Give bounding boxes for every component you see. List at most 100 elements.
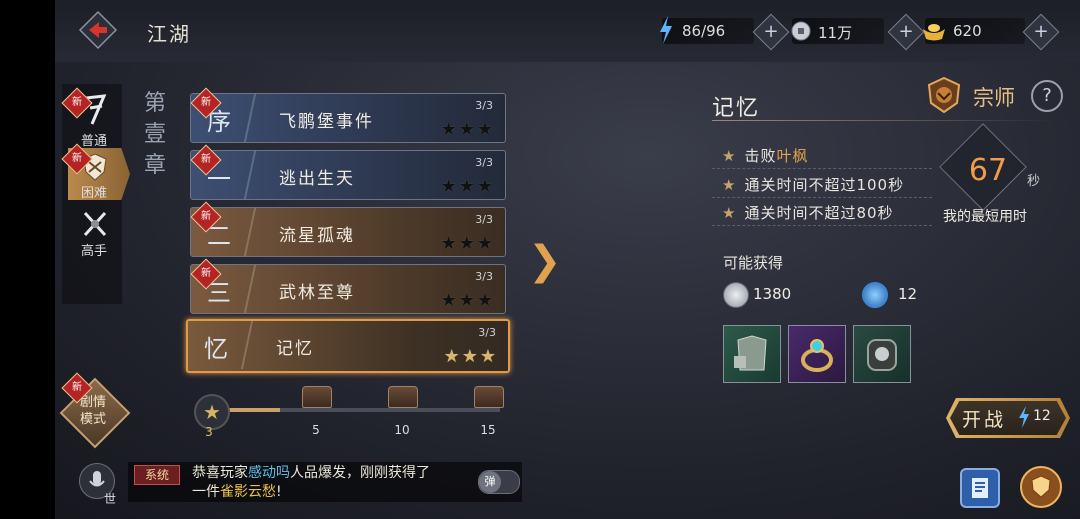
back-button[interactable] [78, 10, 118, 50]
star-icon: ★ [722, 147, 737, 165]
help-button[interactable]: ? [1031, 80, 1063, 112]
divider [243, 208, 257, 256]
spirit-orb-icon [862, 282, 888, 308]
bracer-icon [867, 339, 897, 371]
start-battle-cost: 12 [1033, 408, 1051, 424]
stage-stars: ★★★ [440, 233, 495, 254]
stage-row-selected[interactable]: 忆 记忆 3/3 ★★★ [186, 319, 510, 373]
energy-counter: 86/96 [660, 16, 754, 44]
objective-text: 击败 [744, 147, 777, 165]
plus-icon: + [1033, 21, 1049, 42]
stage-row[interactable]: 三 武林至尊 3/3 ★★★ [190, 264, 506, 314]
chat-message-line: 一件雀影云愁! [192, 481, 282, 501]
next-chapter-arrow-icon[interactable]: ❯ [528, 238, 562, 284]
world-channel-label: 世 [104, 492, 117, 506]
barrage-toggle-knob: 弹 [479, 471, 501, 493]
rank-label: 宗师 [973, 86, 1015, 110]
milestone-label: 15 [480, 423, 496, 437]
back-arrow-icon [78, 10, 118, 50]
chapter-label: 第 壹 章 [144, 88, 172, 181]
chat-player-name[interactable]: 感动吗 [248, 465, 290, 481]
best-time-value: 67 [968, 153, 1008, 188]
divider [243, 151, 257, 199]
stage-name: 逃出生天 [279, 169, 355, 189]
chat-message-line: 恭喜玩家感动吗人品爆发，刚刚获得了 [192, 462, 430, 482]
plus-icon: + [763, 21, 779, 42]
divider [712, 120, 1060, 121]
armor-fragment-icon [734, 335, 767, 371]
best-time-unit: 秒 [1027, 174, 1041, 189]
divider [243, 265, 257, 313]
milestone-label: 5 [312, 423, 320, 437]
journal-button[interactable] [960, 468, 1000, 508]
rewards-title: 可能获得 [723, 254, 784, 272]
system-tag: 系统 [134, 465, 180, 485]
gold-counter: 620 [923, 18, 1025, 44]
silver-coin-icon [723, 282, 749, 308]
divider [712, 168, 932, 170]
stage-stars: ★★★ [440, 119, 495, 140]
stage-row[interactable]: 一 逃出生天 3/3 ★★★ [190, 150, 506, 200]
objective-2: ★ 通关时间不超过100秒 [722, 174, 904, 195]
stage-progress: 3/3 [475, 270, 493, 283]
divider [712, 225, 932, 227]
chest-icon[interactable] [388, 386, 418, 408]
star-count: 3 [205, 425, 213, 439]
stage-number: 忆 [204, 335, 228, 363]
shield-badge-icon [1031, 475, 1051, 498]
armor-fragment-item[interactable] [723, 325, 781, 383]
scroll-icon [972, 478, 988, 498]
ring-item[interactable] [788, 325, 846, 383]
stage-stars: ★★★ [440, 176, 495, 197]
stage-progress: 3/3 [478, 326, 496, 339]
lightning-icon [660, 16, 672, 44]
stage-name: 武林至尊 [279, 283, 355, 303]
chapter-char: 壹 [144, 122, 167, 147]
objective-3: ★ 通关时间不超过80秒 [722, 202, 894, 223]
objective-text: 通关时间不超过100秒 [744, 176, 905, 194]
objective-text: 通关时间不超过80秒 [744, 204, 894, 222]
gold-ingot-icon [923, 24, 945, 41]
chest-icon[interactable] [474, 386, 504, 408]
game-screen: 江湖 86/96 + 11万 + 620 + 普通 新 困难 新 高手 第 壹 … [0, 0, 1080, 519]
stage-name: 流星孤魂 [279, 226, 355, 246]
objective-1: ★ 击败叶枫 [722, 145, 808, 166]
plus-icon: + [898, 21, 914, 42]
ring-icon [801, 339, 833, 372]
stage-row[interactable]: 二 流星孤魂 3/3 ★★★ [190, 207, 506, 257]
best-time-label: 我的最短用时 [943, 209, 1027, 225]
stage-progress: 3/3 [475, 156, 493, 169]
silver-coin-icon [791, 21, 811, 41]
objective-target: 叶枫 [776, 147, 809, 165]
crossed-swords-icon [83, 211, 107, 237]
chapter-char: 章 [144, 153, 167, 178]
chest-icon[interactable] [302, 386, 332, 408]
star-icon: ★ [722, 204, 737, 222]
stage-progress: 3/3 [475, 213, 493, 226]
stage-row[interactable]: 序 飞鹏堡事件 3/3 ★★★ [190, 93, 506, 143]
chat-item-name[interactable]: 雀影云愁 [220, 484, 276, 500]
divider [243, 94, 257, 142]
bracer-item[interactable] [853, 325, 911, 383]
lightning-icon [1019, 406, 1029, 428]
stage-detail-title: 记忆 [712, 96, 761, 121]
star-progress-fill [225, 408, 280, 412]
tab-master[interactable]: 高手 [64, 208, 124, 262]
left-letterbox [0, 0, 55, 519]
stage-name: 记忆 [276, 339, 314, 359]
chat-text: 恭喜玩家 [192, 465, 248, 481]
energy-value: 86/96 [682, 22, 726, 40]
start-battle-label: 开战 [962, 409, 1007, 431]
stage-progress: 3/3 [475, 99, 493, 112]
gold-value: 620 [953, 22, 982, 40]
story-mode-label-line: 模式 [79, 412, 106, 427]
reward-silver-value: 1380 [753, 285, 792, 303]
tab-master-label: 高手 [80, 244, 107, 259]
page-title: 江湖 [147, 22, 191, 46]
guild-badge-button[interactable] [1020, 466, 1062, 508]
silver-counter: 11万 [791, 18, 884, 44]
stage-name: 飞鹏堡事件 [279, 112, 374, 132]
chat-text: 人品爆发，刚刚获得了 [290, 465, 430, 481]
silver-value: 11万 [818, 24, 853, 42]
chapter-char: 第 [144, 91, 167, 116]
